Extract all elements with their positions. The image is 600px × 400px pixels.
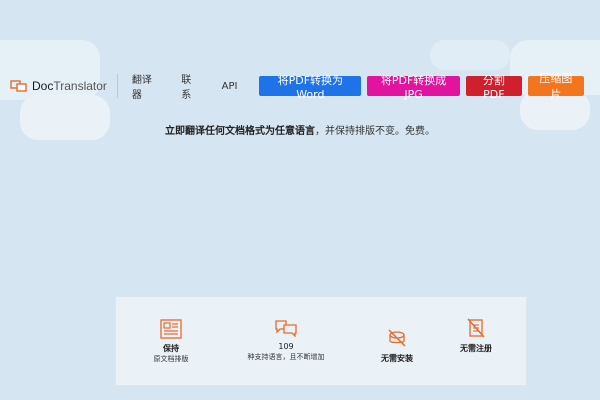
no-install-icon [388,329,406,347]
background-cloud [430,40,510,70]
feature-title: 无需注册 [460,344,492,353]
no-registration-icon [467,318,485,338]
feature-no-registration: 无需注册 [421,317,531,354]
feature-subtitle: 种支持语言，且不断增加 [247,353,325,361]
pdf-to-jpg-button[interactable]: 将PDF转换成JPG [367,74,460,101]
nav-link-api[interactable]: API [222,81,238,92]
nav-divider [116,74,118,98]
brand-logo[interactable]: DocTranslator [10,79,107,93]
compress-image-button[interactable]: 压缩图片 [527,72,585,101]
tagline: 立即翻译任何文档格式为任意语言，并保持排版不变。免费。 [0,122,600,137]
pdf-to-word-button[interactable]: 将PDF转换为Word [259,74,362,101]
brand-name: DocTranslator [32,79,107,93]
nav-link-translator[interactable]: 翻译器 [132,71,159,101]
split-pdf-button[interactable]: 分割PDF [465,74,522,101]
feature-title: 109 [278,342,294,351]
tagline-bold: 立即翻译任何文档格式为任意语言 [165,126,315,137]
translate-bubbles-icon [10,80,27,92]
feature-keep-layout: 保持 原文档排版 [116,319,226,364]
language-bubbles-icon [275,320,297,337]
feature-title: 无需安装 [381,354,413,363]
features-panel: 保持 原文档排版 109 种支持语言，且不断增加 无需安装 无需注册 [115,296,527,386]
feature-languages: 109 种支持语言，且不断增加 [231,319,341,362]
top-navigation: DocTranslator 翻译器 联系 API 将PDF转换为Word 将PD… [10,71,590,101]
feature-title: 保持 [163,344,179,353]
tagline-rest: ，并保持排版不变。免费。 [315,126,435,137]
feature-subtitle: 原文档排版 [153,355,189,363]
layout-icon [160,319,182,339]
nav-link-contact[interactable]: 联系 [181,71,199,101]
